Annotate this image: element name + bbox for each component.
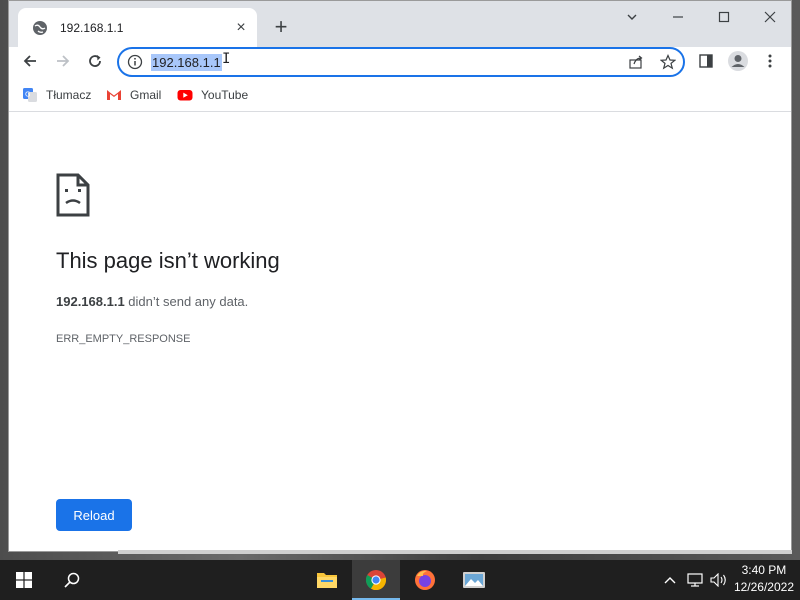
error-code: ERR_EMPTY_RESPONSE bbox=[56, 333, 191, 345]
window-minimize-button[interactable] bbox=[655, 1, 701, 33]
network-button[interactable] bbox=[684, 560, 706, 600]
taskbar-chrome[interactable] bbox=[352, 560, 400, 600]
info-icon[interactable] bbox=[127, 54, 143, 70]
clock-date: 12/26/2022 bbox=[733, 580, 794, 594]
chrome-icon bbox=[365, 570, 387, 591]
taskbar: 3:40 PM 12/26/2022 bbox=[0, 560, 800, 600]
bookmark-label: Tłumacz bbox=[46, 88, 92, 102]
search-icon bbox=[64, 572, 80, 588]
image-viewer-icon bbox=[463, 572, 485, 588]
close-icon bbox=[764, 11, 776, 23]
window-maximize-button[interactable] bbox=[701, 1, 747, 33]
bookmark-youtube[interactable]: YouTube bbox=[177, 86, 248, 104]
error-description-text: didn’t send any data. bbox=[124, 294, 249, 309]
youtube-icon bbox=[177, 87, 193, 103]
minimize-button[interactable] bbox=[609, 1, 655, 33]
maximize-icon bbox=[718, 11, 730, 23]
toolbar: 192.168.1.1 I bbox=[9, 47, 791, 78]
address-bar[interactable]: 192.168.1.1 I bbox=[117, 47, 685, 77]
taskbar-image-viewer[interactable] bbox=[450, 560, 498, 600]
profile-button[interactable] bbox=[725, 48, 751, 74]
error-title: This page isn’t working bbox=[56, 248, 280, 273]
bookmark-label: Gmail bbox=[130, 88, 162, 102]
avatar-icon bbox=[728, 51, 748, 71]
reload-button[interactable]: Reload bbox=[56, 499, 132, 531]
network-icon bbox=[687, 573, 703, 587]
arrow-right-icon bbox=[57, 55, 70, 67]
chevron-up-icon bbox=[664, 577, 676, 584]
globe-icon bbox=[32, 20, 48, 36]
show-hidden-icons-button[interactable] bbox=[660, 560, 680, 600]
share-icon[interactable] bbox=[627, 53, 645, 71]
tab-title: 192.168.1.1 bbox=[60, 20, 124, 35]
chevron-down-icon bbox=[627, 14, 637, 20]
arrow-left-icon bbox=[23, 55, 36, 67]
bookmark-star-icon[interactable] bbox=[659, 53, 677, 71]
taskbar-firefox[interactable] bbox=[401, 560, 449, 600]
error-page: This page isn’t working 192.168.1.1 didn… bbox=[9, 113, 791, 551]
more-vert-icon bbox=[768, 54, 772, 68]
bookmark-gmail[interactable]: Gmail bbox=[106, 86, 161, 104]
bookmark-label: YouTube bbox=[201, 88, 249, 102]
bookmark-translate[interactable]: G Tłumacz bbox=[22, 86, 91, 104]
bookmarks-bar: G Tłumacz Gmail YouTube bbox=[9, 78, 791, 112]
sad-page-icon bbox=[56, 173, 90, 217]
speaker-icon bbox=[710, 573, 726, 587]
google-translate-icon: G bbox=[22, 87, 38, 103]
new-tab-button[interactable]: + bbox=[268, 14, 294, 40]
start-button[interactable] bbox=[0, 560, 48, 600]
search-button[interactable] bbox=[48, 560, 96, 600]
tab-strip: 192.168.1.1 × + bbox=[9, 1, 791, 47]
horizontal-scrollbar[interactable] bbox=[118, 550, 792, 554]
minimize-icon bbox=[673, 16, 683, 18]
text-cursor-icon: I bbox=[222, 51, 231, 67]
error-description: 192.168.1.1 didn’t send any data. bbox=[56, 294, 248, 309]
gmail-icon bbox=[106, 87, 122, 103]
file-explorer-icon bbox=[317, 573, 337, 588]
menu-button[interactable] bbox=[757, 48, 783, 74]
clock-time: 3:40 PM bbox=[741, 563, 787, 577]
windows-logo-icon bbox=[16, 572, 32, 588]
tab-active[interactable]: 192.168.1.1 × bbox=[18, 8, 257, 47]
forward-button[interactable] bbox=[49, 47, 77, 75]
browser-window: 192.168.1.1 × + 192.168.1.1 I G Tłumacz … bbox=[8, 0, 792, 552]
refresh-icon bbox=[89, 55, 101, 67]
reload-toolbar-button[interactable] bbox=[81, 47, 109, 75]
taskbar-clock[interactable]: 3:40 PM 12/26/2022 bbox=[734, 562, 794, 596]
error-host: 192.168.1.1 bbox=[56, 294, 125, 309]
tab-close-button[interactable]: × bbox=[231, 18, 251, 38]
address-input[interactable]: 192.168.1.1 bbox=[151, 54, 222, 71]
side-panel-button[interactable] bbox=[693, 48, 719, 74]
volume-button[interactable] bbox=[708, 560, 730, 600]
back-button[interactable] bbox=[16, 47, 44, 75]
taskbar-file-explorer[interactable] bbox=[303, 560, 351, 600]
side-panel-icon bbox=[699, 54, 713, 68]
firefox-icon bbox=[415, 570, 435, 590]
window-close-button[interactable] bbox=[747, 1, 791, 33]
svg-text:G: G bbox=[25, 91, 30, 99]
